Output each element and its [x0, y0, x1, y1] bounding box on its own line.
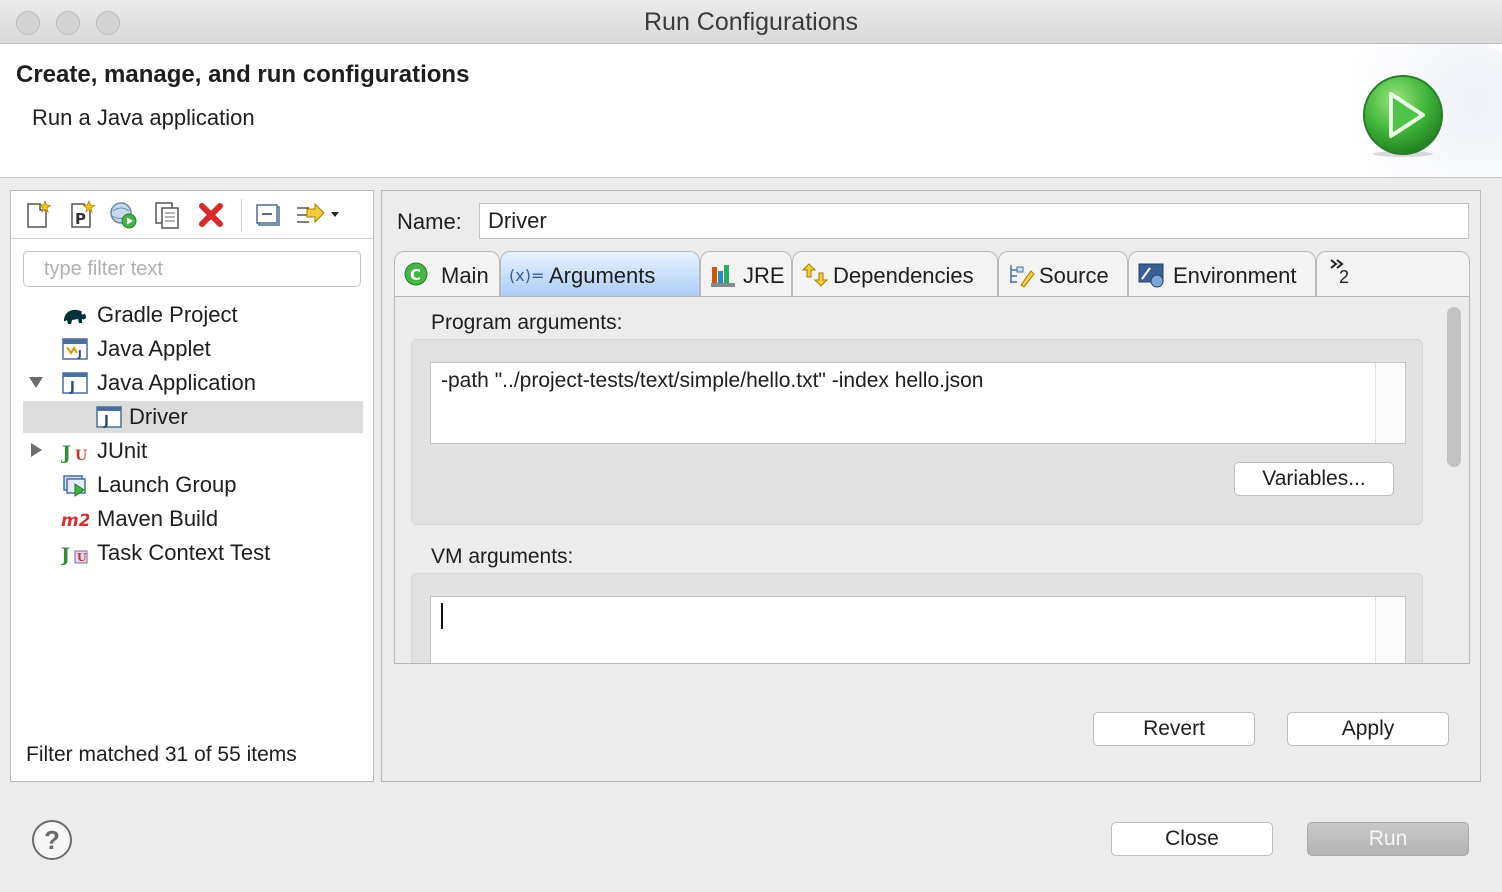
filter-menu-icon[interactable] [293, 199, 341, 231]
svg-text:J: J [61, 544, 70, 565]
new-configuration-icon[interactable] [21, 199, 53, 231]
new-prototype-icon[interactable]: P [65, 199, 97, 231]
tree-item-launch-group[interactable]: Launch Group [23, 469, 363, 501]
duplicate-icon[interactable] [151, 199, 183, 231]
window-title: Run Configurations [643, 8, 858, 36]
launch-group-icon [63, 475, 86, 497]
header-title: Create, manage, and run configurations [16, 61, 470, 88]
program-arguments-input[interactable]: -path "../project-tests/text/simple/hell… [430, 362, 1406, 444]
run-logo-icon [1363, 75, 1443, 157]
svg-text:J: J [77, 349, 82, 360]
tree-item-gradle-project[interactable]: Gradle Project [23, 299, 363, 331]
tab-dependencies[interactable]: Dependencies [792, 251, 998, 297]
vm-arguments-input[interactable] [430, 596, 1406, 663]
program-arguments-group: -path "../project-tests/text/simple/hell… [411, 339, 1423, 525]
delete-icon[interactable] [195, 199, 227, 231]
tree-item-junit[interactable]: J U JUnit [23, 435, 363, 467]
tree-item-label: Driver [129, 404, 188, 429]
arguments-tab-icon: (x)= [509, 266, 544, 285]
environment-tab-icon [1138, 263, 1164, 288]
svg-text:J: J [61, 442, 71, 463]
tab-main[interactable]: C Main [394, 251, 500, 297]
header-subtitle: Run a Java application [32, 105, 255, 130]
maven-icon: m2 [61, 511, 89, 531]
tree-item-label: Maven Build [97, 506, 219, 531]
java-applet-icon: J [62, 338, 88, 360]
svg-text:U: U [75, 448, 87, 463]
help-button[interactable]: ? [32, 820, 72, 860]
name-input[interactable] [479, 203, 1469, 239]
filter-input[interactable] [23, 251, 361, 287]
program-arguments-label: Program arguments: [431, 311, 623, 334]
text-caret [441, 603, 443, 629]
tab-content-scrollbar[interactable] [1447, 307, 1461, 467]
tree-item-java-applet[interactable]: J Java Applet [23, 333, 363, 365]
tree-item-task-context-test[interactable]: J U Task Context Test [23, 537, 363, 569]
revert-button[interactable]: Revert [1093, 712, 1255, 746]
run-button[interactable]: Run [1307, 822, 1469, 856]
svg-text:U: U [77, 551, 87, 564]
tree-item-label: Java Applet [97, 336, 211, 361]
textarea-scrollbar[interactable] [1375, 597, 1405, 663]
tab-overflow[interactable]: 2 [1316, 251, 1470, 297]
textarea-scrollbar[interactable] [1375, 363, 1405, 443]
export-icon[interactable] [107, 199, 139, 231]
title-bar: Run Configurations [0, 0, 1502, 44]
tab-environment[interactable]: Environment [1128, 251, 1316, 297]
filter-status: Filter matched 31 of 55 items [26, 743, 297, 766]
close-button[interactable]: Close [1111, 822, 1273, 856]
tree-item-maven-build[interactable]: m2 Maven Build [23, 503, 363, 535]
variables-button[interactable]: Variables... [1234, 462, 1394, 496]
configuration-tabs: C Main (x)= Arguments JRE Dependencies S… [394, 251, 1470, 297]
svg-text:m2: m2 [61, 511, 89, 531]
arguments-tab-content: Program arguments: -path "../project-tes… [394, 296, 1470, 664]
main-tab-icon: C [404, 262, 428, 286]
java-application-icon: J [96, 406, 122, 429]
vm-arguments-group [411, 573, 1423, 663]
source-tab-icon [1010, 265, 1035, 288]
tree-item-label: Launch Group [97, 472, 237, 497]
collapsed-arrow-icon[interactable] [27, 441, 45, 459]
configuration-list-panel: P type filter text Gradle Project J Java… [10, 190, 374, 782]
name-label: Name: [397, 209, 462, 234]
configuration-editor-panel: Name: C Main (x)= Arguments JRE [381, 190, 1481, 782]
tree-item-label: Java Application [97, 370, 256, 395]
svg-text:C: C [410, 266, 421, 284]
tab-source[interactable]: Source [998, 251, 1128, 297]
task-context-test-icon: J U [61, 544, 88, 565]
tree-item-label: Gradle Project [97, 302, 238, 327]
configuration-toolbar: P [11, 191, 373, 239]
collapse-all-icon[interactable] [253, 199, 285, 231]
svg-text:J: J [69, 380, 75, 395]
java-application-icon: J [62, 372, 88, 395]
dialog-header: Create, manage, and run configurations R… [0, 44, 1502, 178]
svg-text:J: J [103, 414, 109, 429]
tree-item-label: Task Context Test [97, 540, 271, 565]
gradle-icon [64, 309, 86, 324]
tree-item-java-application[interactable]: J Java Application [23, 367, 363, 399]
tab-jre[interactable]: JRE [700, 251, 792, 297]
overflow-count: 2 [1339, 267, 1350, 287]
expanded-arrow-icon[interactable] [27, 373, 45, 391]
jre-tab-icon [711, 265, 735, 287]
tree-item-label: JUnit [97, 438, 148, 463]
dependencies-tab-icon [801, 263, 829, 287]
tab-arguments[interactable]: (x)= Arguments [500, 251, 700, 297]
tree-item-driver[interactable]: J Driver [23, 401, 363, 433]
svg-text:P: P [75, 210, 86, 228]
junit-icon: J U [61, 442, 87, 463]
vm-arguments-label: VM arguments: [431, 545, 574, 568]
toolbar-separator [241, 199, 242, 231]
apply-button[interactable]: Apply [1287, 712, 1449, 746]
svg-text:(x)=: (x)= [509, 266, 544, 285]
